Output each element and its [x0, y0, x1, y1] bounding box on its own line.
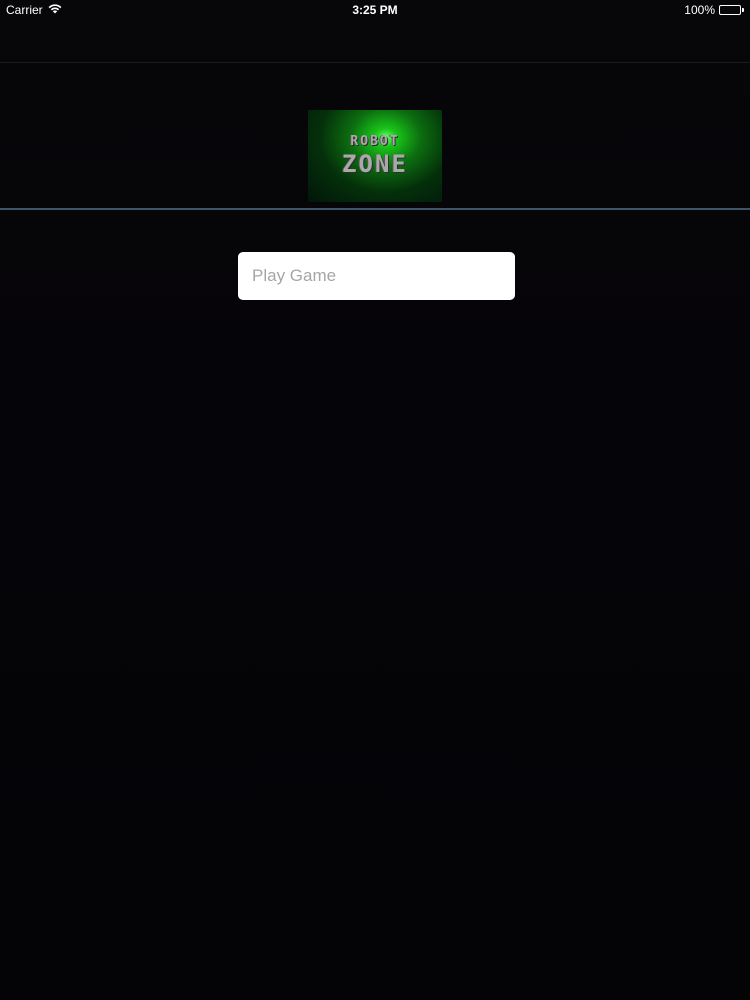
logo-text-bottom: ZONE [342, 150, 408, 178]
status-time: 3:25 PM [352, 3, 398, 17]
battery-percent: 100% [684, 3, 715, 17]
nav-divider [0, 62, 750, 63]
game-logo: ROBOT ZONE [308, 110, 442, 202]
logo-text-top: ROBOT [350, 134, 400, 149]
play-game-button[interactable]: Play Game [238, 252, 515, 300]
status-right: 100% [684, 3, 744, 17]
header-divider [0, 208, 750, 210]
app-screen: Carrier 3:25 PM 100% ROBOT ZONE Play Gam… [0, 0, 750, 1000]
battery-icon [719, 5, 744, 15]
play-game-label: Play Game [252, 266, 337, 285]
status-bar: Carrier 3:25 PM 100% [0, 0, 750, 20]
